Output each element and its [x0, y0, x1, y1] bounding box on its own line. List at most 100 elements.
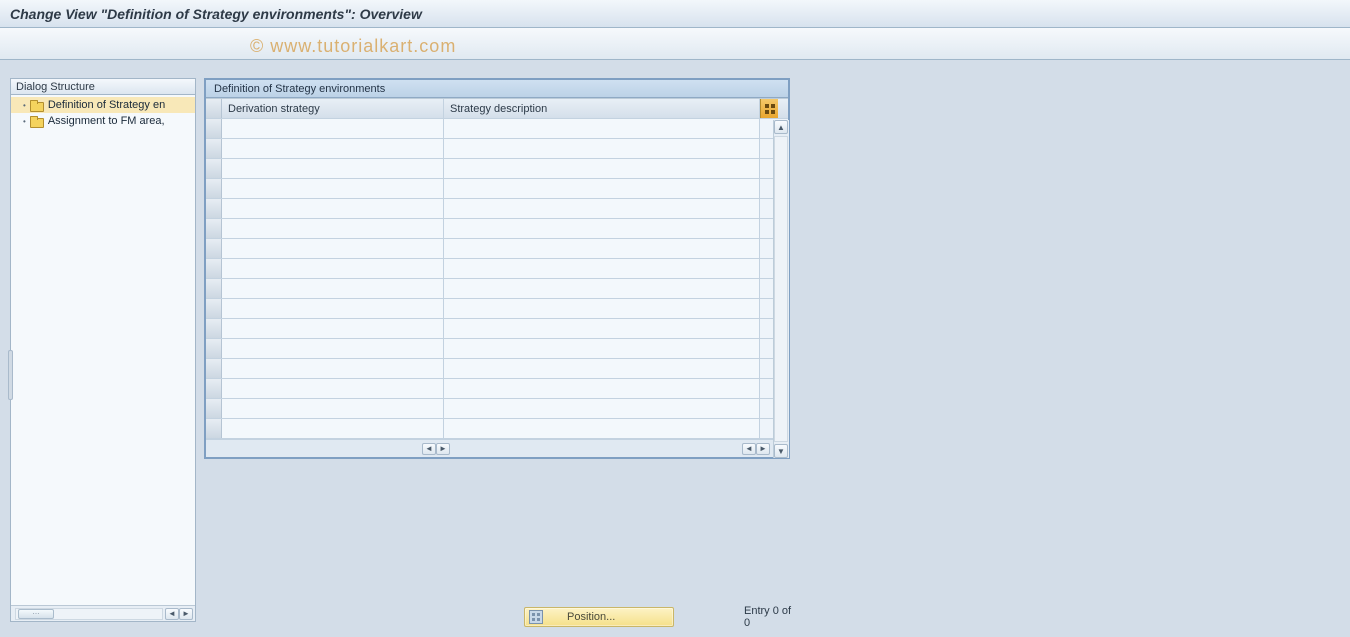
table-row[interactable]: [206, 279, 788, 299]
row-selector[interactable]: [206, 339, 222, 358]
scroll-left-icon[interactable]: ◄: [422, 443, 436, 455]
table-row[interactable]: [206, 239, 788, 259]
cell-strategy-description[interactable]: [444, 379, 760, 398]
row-selector[interactable]: [206, 219, 222, 238]
row-selector[interactable]: [206, 179, 222, 198]
cell-strategy-description[interactable]: [444, 219, 760, 238]
table-vertical-scrollbar[interactable]: ▲ ▼: [773, 120, 789, 458]
scroll-right-icon[interactable]: ►: [756, 443, 770, 455]
cell-derivation-strategy[interactable]: [222, 159, 444, 178]
tree-item-label: Assignment to FM area,: [48, 115, 165, 127]
cell-strategy-description[interactable]: [444, 119, 760, 138]
cell-strategy-description[interactable]: [444, 239, 760, 258]
table-row[interactable]: [206, 419, 788, 439]
row-selector[interactable]: [206, 419, 222, 438]
row-selector[interactable]: [206, 139, 222, 158]
application-toolbar: [0, 28, 1350, 60]
cell-strategy-description[interactable]: [444, 139, 760, 158]
cell-strategy-description[interactable]: [444, 179, 760, 198]
column-header-strategy-description[interactable]: Strategy description: [444, 99, 760, 118]
scroll-right-icon[interactable]: ►: [179, 608, 193, 620]
cell-strategy-description[interactable]: [444, 419, 760, 438]
cell-derivation-strategy[interactable]: [222, 119, 444, 138]
select-all-button[interactable]: [206, 99, 222, 118]
table-row[interactable]: [206, 339, 788, 359]
table-row[interactable]: [206, 299, 788, 319]
position-button[interactable]: Position...: [524, 607, 674, 627]
cell-derivation-strategy[interactable]: [222, 239, 444, 258]
cell-derivation-strategy[interactable]: [222, 379, 444, 398]
cell-strategy-description[interactable]: [444, 259, 760, 278]
cell-derivation-strategy[interactable]: [222, 339, 444, 358]
cell-derivation-strategy[interactable]: [222, 359, 444, 378]
cell-strategy-description[interactable]: [444, 199, 760, 218]
table-row[interactable]: [206, 159, 788, 179]
scroll-track[interactable]: ⋯: [15, 608, 163, 620]
cell-derivation-strategy[interactable]: [222, 219, 444, 238]
sidebar-horizontal-scrollbar[interactable]: ⋯ ◄ ►: [11, 605, 195, 621]
cell-derivation-strategy[interactable]: [222, 199, 444, 218]
tree-item-label: Definition of Strategy en: [48, 99, 165, 111]
cell-strategy-description[interactable]: [444, 159, 760, 178]
cell-strategy-description[interactable]: [444, 319, 760, 338]
scroll-left-icon[interactable]: ◄: [165, 608, 179, 620]
table-row[interactable]: [206, 139, 788, 159]
table-row[interactable]: [206, 359, 788, 379]
scroll-up-icon[interactable]: ▲: [774, 120, 788, 134]
cell-derivation-strategy[interactable]: [222, 299, 444, 318]
cell-strategy-description[interactable]: [444, 339, 760, 358]
cell-derivation-strategy[interactable]: [222, 279, 444, 298]
splitter-handle[interactable]: [8, 350, 13, 400]
table-control: Definition of Strategy environments Deri…: [204, 78, 790, 459]
scroll-track[interactable]: [774, 136, 788, 442]
row-selector[interactable]: [206, 359, 222, 378]
table-settings-button[interactable]: [760, 99, 778, 118]
cell-strategy-description[interactable]: [444, 399, 760, 418]
cell-derivation-strategy[interactable]: [222, 179, 444, 198]
cell-derivation-strategy[interactable]: [222, 399, 444, 418]
position-icon: [529, 610, 543, 624]
table-row[interactable]: [206, 219, 788, 239]
cell-derivation-strategy[interactable]: [222, 419, 444, 438]
table-row[interactable]: [206, 259, 788, 279]
main-panel: Definition of Strategy environments Deri…: [204, 78, 792, 622]
table-row[interactable]: [206, 319, 788, 339]
row-selector[interactable]: [206, 259, 222, 278]
table-footer: Position... Entry 0 of 0: [204, 605, 792, 629]
scroll-right-icon[interactable]: ►: [436, 443, 450, 455]
cell-strategy-description[interactable]: [444, 279, 760, 298]
scroll-thumb[interactable]: ⋯: [18, 609, 54, 619]
dialog-structure-panel: Dialog Structure • Definition of Strateg…: [10, 78, 196, 622]
cell-derivation-strategy[interactable]: [222, 319, 444, 338]
row-selector[interactable]: [206, 299, 222, 318]
row-selector[interactable]: [206, 279, 222, 298]
table-row[interactable]: [206, 379, 788, 399]
cell-strategy-description[interactable]: [444, 359, 760, 378]
folder-closed-icon: [30, 116, 44, 127]
cell-strategy-description[interactable]: [444, 299, 760, 318]
row-selector[interactable]: [206, 239, 222, 258]
tree-item-assignment[interactable]: • Assignment to FM area,: [11, 113, 195, 129]
table-horizontal-scrollbar: ◄ ► ◄ ►: [206, 439, 788, 457]
row-selector[interactable]: [206, 119, 222, 138]
row-selector[interactable]: [206, 399, 222, 418]
column-header-derivation-strategy[interactable]: Derivation strategy: [222, 99, 444, 118]
table-row[interactable]: [206, 399, 788, 419]
row-selector[interactable]: [206, 379, 222, 398]
scroll-down-icon[interactable]: ▼: [774, 444, 788, 458]
table-row[interactable]: [206, 119, 788, 139]
table-title: Definition of Strategy environments: [206, 80, 788, 98]
table-body: [206, 119, 788, 439]
table-row[interactable]: [206, 199, 788, 219]
table-header-row: Derivation strategy Strategy description: [206, 98, 788, 119]
row-selector[interactable]: [206, 319, 222, 338]
row-selector[interactable]: [206, 199, 222, 218]
table-row[interactable]: [206, 179, 788, 199]
cell-derivation-strategy[interactable]: [222, 139, 444, 158]
row-selector[interactable]: [206, 159, 222, 178]
tree-item-definition[interactable]: • Definition of Strategy en: [11, 97, 195, 113]
cell-derivation-strategy[interactable]: [222, 259, 444, 278]
table-settings-icon: [765, 104, 775, 114]
scroll-left-icon[interactable]: ◄: [742, 443, 756, 455]
page-title: Change View "Definition of Strategy envi…: [10, 6, 422, 22]
